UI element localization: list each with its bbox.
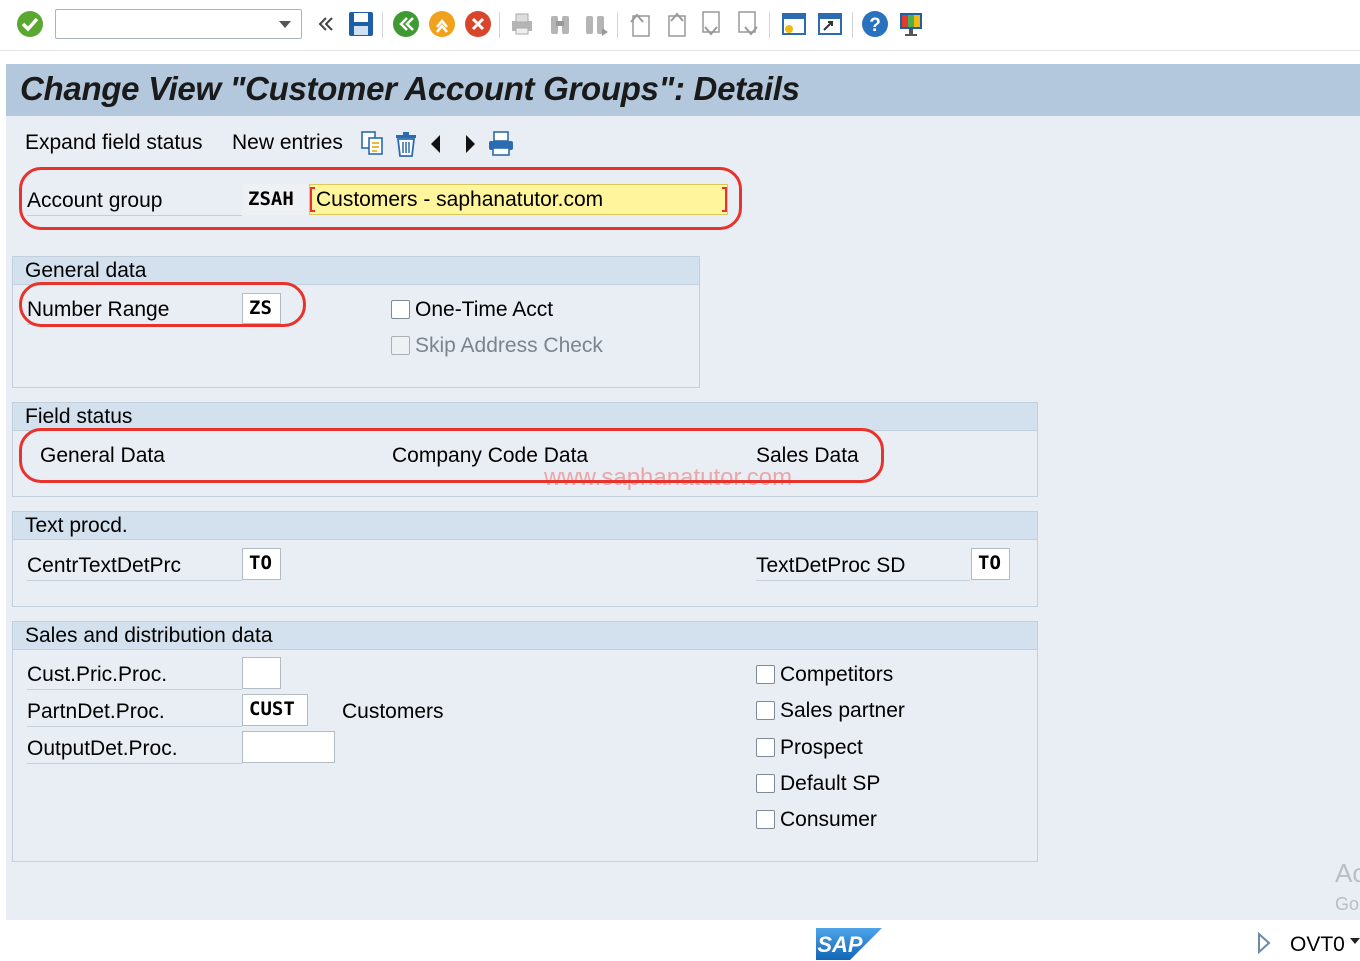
activation-watermark-line1: Ac (1335, 858, 1360, 888)
customize-layout-icon[interactable] (897, 10, 925, 38)
label-underline (756, 580, 970, 581)
new-entries-button[interactable]: New entries (232, 131, 343, 155)
play-icon[interactable] (1256, 932, 1272, 954)
consumer-label: Consumer (780, 808, 877, 831)
partn-det-proc-label: PartnDet.Proc. (27, 700, 165, 723)
exit-icon[interactable] (428, 10, 456, 38)
sales-distribution-title: Sales and distribution data (13, 622, 1037, 650)
help-icon[interactable]: ? (861, 10, 889, 38)
separator (852, 12, 853, 38)
copy-icon[interactable] (360, 130, 386, 156)
centr-text-det-label: CentrTextDetPrc (27, 554, 182, 577)
sap-logo-text: SAP (817, 932, 863, 957)
text-det-proc-sd-label: TextDetProc SD (756, 554, 906, 577)
label-underline (27, 726, 242, 727)
find-icon[interactable] (546, 10, 574, 38)
default-sp-checkbox[interactable] (756, 774, 775, 793)
field-status-title: Field status (13, 403, 1037, 431)
chevron-down-icon[interactable] (279, 21, 291, 28)
print-list-icon[interactable] (487, 130, 515, 158)
create-session-icon[interactable] (780, 10, 808, 38)
label-underline (27, 689, 242, 690)
partn-det-proc-description: Customers (342, 700, 444, 723)
command-field[interactable] (55, 9, 302, 39)
label-underline (27, 580, 242, 581)
system-toolbar: ? (0, 0, 1360, 51)
chevron-down-icon[interactable] (1350, 936, 1360, 946)
save-icon[interactable] (347, 10, 375, 38)
text-procd-title: Text procd. (13, 512, 1037, 540)
competitors-checkbox[interactable] (756, 665, 775, 684)
separator (769, 12, 770, 38)
highlight-field-status (19, 428, 884, 483)
skip-address-check-checkbox (391, 336, 410, 355)
highlight-account-group (19, 167, 742, 230)
status-bar (0, 920, 1360, 961)
page-title: Change View "Customer Account Groups": D… (20, 70, 800, 107)
consumer-checkbox[interactable] (756, 810, 775, 829)
next-entry-icon[interactable] (462, 133, 478, 155)
one-time-acct-label: One-Time Acct (415, 298, 554, 321)
sales-partner-checkbox[interactable] (756, 701, 775, 720)
shortcut-icon[interactable] (816, 10, 844, 38)
skip-address-check-label: Skip Address Check (415, 334, 603, 357)
text-det-proc-sd-input[interactable]: TO (971, 548, 1010, 580)
delete-icon[interactable] (392, 130, 420, 158)
previous-page-icon[interactable] (662, 10, 690, 38)
prospect-label: Prospect (780, 736, 863, 759)
activation-watermark-line2: Go (1335, 894, 1360, 914)
back-icon[interactable] (312, 10, 340, 38)
next-page-icon[interactable] (698, 10, 726, 38)
back-green-icon[interactable] (392, 10, 420, 38)
separator (382, 12, 383, 38)
last-page-icon[interactable] (734, 10, 762, 38)
centr-text-det-input[interactable]: TO (242, 548, 281, 580)
transaction-code: OVT0 (1290, 933, 1345, 956)
cust-pric-proc-label: Cust.Pric.Proc. (27, 663, 168, 686)
default-sp-label: Default SP (780, 772, 881, 795)
label-underline (27, 763, 242, 764)
cancel-icon[interactable] (464, 10, 492, 38)
general-data-title: General data (13, 257, 699, 285)
previous-entry-icon[interactable] (428, 133, 444, 155)
cust-pric-proc-input[interactable] (242, 657, 281, 689)
expand-field-status-button[interactable]: Expand field status (25, 131, 202, 155)
partn-det-proc-input[interactable]: CUST (242, 694, 308, 726)
output-det-proc-input[interactable] (242, 731, 335, 763)
sap-logo: SAP (816, 928, 882, 960)
highlight-number-range (19, 282, 306, 327)
enter-icon[interactable] (16, 10, 44, 38)
separator (499, 12, 500, 38)
prospect-checkbox[interactable] (756, 738, 775, 757)
first-page-icon[interactable] (626, 10, 654, 38)
separator (617, 12, 618, 38)
svg-text:?: ? (869, 15, 881, 36)
output-det-proc-label: OutputDet.Proc. (27, 737, 178, 760)
one-time-acct-checkbox[interactable] (391, 300, 410, 319)
competitors-label: Competitors (780, 663, 894, 686)
find-next-icon[interactable] (582, 10, 610, 38)
sales-partner-label: Sales partner (780, 699, 905, 722)
print-icon[interactable] (508, 10, 536, 38)
